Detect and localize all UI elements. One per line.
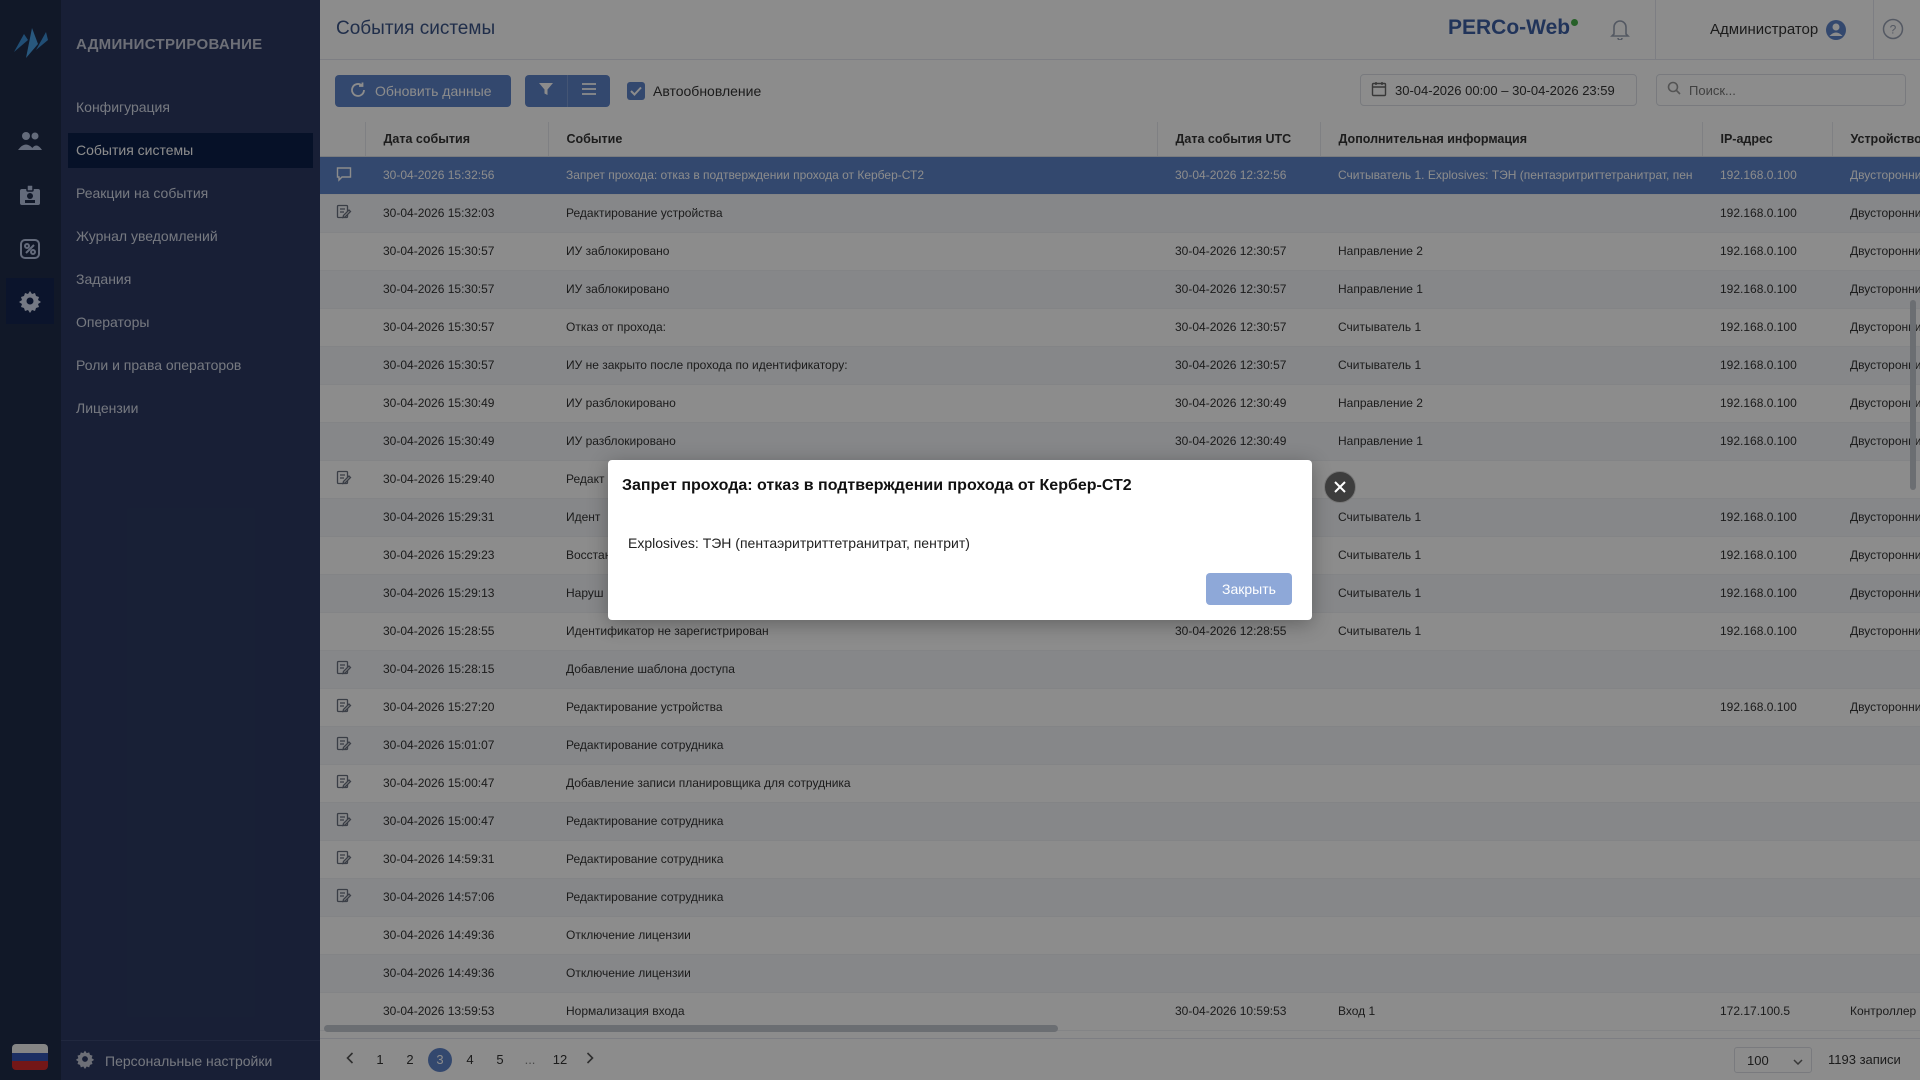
modal-body-text: Explosives: ТЭН (пентаэритриттетранитрат… xyxy=(628,535,970,551)
modal-title: Запрет прохода: отказ в подтверждении пр… xyxy=(622,477,1132,494)
modal-close-icon[interactable] xyxy=(1324,471,1356,503)
event-details-modal: Запрет прохода: отказ в подтверждении пр… xyxy=(608,460,1312,620)
modal-close-button[interactable]: Закрыть xyxy=(1206,573,1292,605)
